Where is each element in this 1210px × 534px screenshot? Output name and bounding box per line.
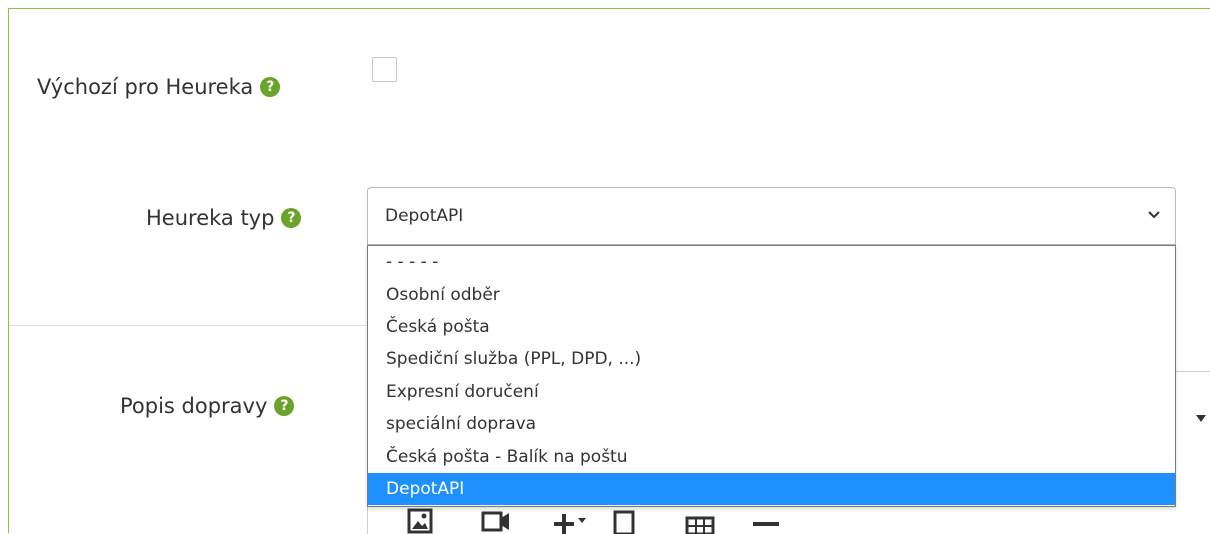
option-depotapi[interactable]: DepotAPI bbox=[368, 472, 1175, 506]
option-ceska-posta-balik[interactable]: Česká pošta - Balík na poštu bbox=[368, 440, 1175, 472]
heureka-type-options-list: - - - - - Osobní odběr Česká pošta Spedi… bbox=[367, 245, 1176, 507]
editor-dropdown-arrow-icon[interactable] bbox=[1196, 415, 1206, 422]
select-value: DepotAPI bbox=[385, 206, 464, 226]
option-specialni-doprava[interactable]: speciální doprava bbox=[368, 408, 1175, 440]
heureka-default-label-row: Výchozí pro Heureka ? bbox=[37, 75, 281, 99]
heureka-default-label: Výchozí pro Heureka bbox=[37, 75, 254, 99]
option-spedicni-sluzba[interactable]: Spediční služba (PPL, DPD, ...) bbox=[368, 343, 1175, 375]
question-circle-icon[interactable]: ? bbox=[260, 77, 281, 97]
description-label: Popis dopravy bbox=[120, 394, 268, 418]
form-panel: Výchozí pro Heureka ? Heureka typ ? Popi… bbox=[8, 8, 1210, 534]
section-divider bbox=[9, 325, 374, 326]
heureka-default-checkbox[interactable] bbox=[372, 57, 397, 82]
option-osobni-odber[interactable]: Osobní odběr bbox=[368, 278, 1175, 310]
heureka-type-label-row: Heureka typ ? bbox=[146, 206, 302, 230]
heureka-type-select[interactable]: DepotAPI bbox=[367, 187, 1176, 245]
question-circle-icon[interactable]: ? bbox=[274, 396, 295, 416]
option-expresni-doruceni[interactable]: Expresní doručení bbox=[368, 376, 1175, 408]
option-ceska-posta[interactable]: Česká pošta bbox=[368, 311, 1175, 343]
question-circle-icon[interactable]: ? bbox=[281, 208, 302, 228]
heureka-type-label: Heureka typ bbox=[146, 206, 275, 230]
chevron-down-icon bbox=[1148, 211, 1160, 219]
description-label-row: Popis dopravy ? bbox=[120, 394, 295, 418]
option-none[interactable]: - - - - - bbox=[368, 246, 1175, 278]
